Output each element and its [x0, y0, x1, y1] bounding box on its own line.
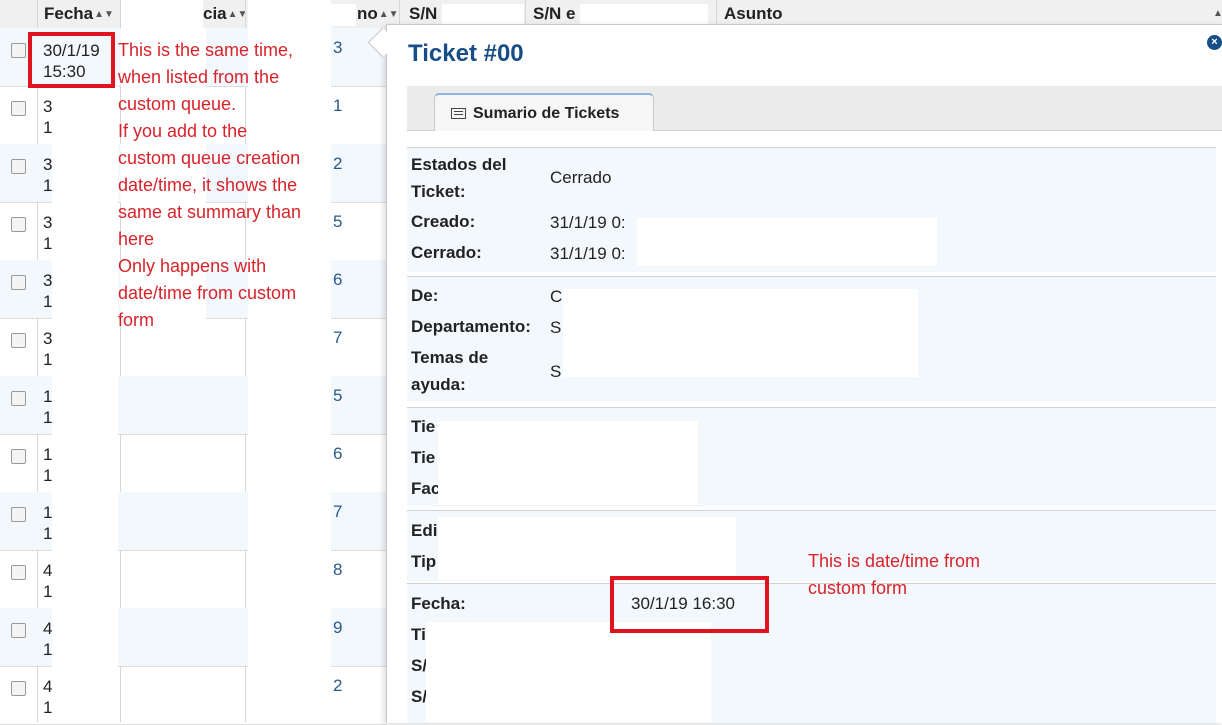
redaction-block [637, 218, 937, 266]
row-checkbox[interactable] [11, 101, 26, 116]
field-label-partial: Tip [411, 552, 437, 571]
number-cell[interactable]: 7 [333, 328, 342, 348]
row-checkbox[interactable] [11, 681, 26, 696]
list-icon [451, 108, 466, 119]
number-cell[interactable]: 3 [333, 38, 342, 58]
closed-value: 31/1/19 0: [550, 244, 626, 263]
redaction-block [426, 622, 711, 722]
closed-label: Cerrado: [411, 243, 482, 262]
row-checkbox[interactable] [11, 449, 26, 464]
field-label-partial: Tie [411, 417, 436, 436]
column-header-asunto[interactable]: Asunto [724, 4, 783, 24]
field-label-partial: Ti [411, 625, 426, 644]
number-cell[interactable]: 8 [333, 560, 342, 580]
redaction-block [52, 86, 118, 722]
number-cell[interactable]: 9 [333, 618, 342, 638]
row-checkbox[interactable] [11, 217, 26, 232]
department-value: S [550, 318, 562, 337]
annotation-form-note: This is date/time from custom form [808, 551, 981, 598]
number-cell[interactable]: 2 [333, 676, 342, 696]
highlight-box-queue-time [28, 32, 115, 88]
number-cell[interactable]: 1 [333, 96, 342, 116]
row-checkbox[interactable] [11, 275, 26, 290]
from-label: De: [411, 286, 439, 305]
number-cell[interactable]: 5 [333, 386, 342, 406]
redaction-block [438, 517, 736, 580]
close-icon[interactable]: × [1207, 35, 1222, 50]
help-topic-value: S [550, 362, 562, 381]
column-header-col2[interactable]: cia▲▼ [203, 4, 247, 24]
redaction-block [442, 4, 524, 26]
help-topic-label: Temas de ayuda: [411, 348, 489, 394]
redaction-block [438, 421, 698, 505]
column-header-col3[interactable]: no▲▼ [357, 4, 399, 24]
redaction-block [563, 289, 918, 377]
field-label-partial: Fac [411, 479, 441, 498]
number-cell[interactable]: 6 [333, 444, 342, 464]
redaction-block [532, 36, 944, 86]
created-label: Creado: [411, 212, 476, 231]
sort-icon: ▲▼ [94, 9, 114, 20]
field-label-partial: Edi [411, 521, 438, 540]
highlight-box-form-time [610, 576, 769, 633]
tab-label: Sumario de Tickets [473, 105, 620, 122]
row-checkbox[interactable] [11, 623, 26, 638]
number-cell[interactable]: 2 [333, 154, 342, 174]
field-label-partial: Tie [411, 448, 436, 467]
status-value: Cerrado [550, 168, 612, 187]
sort-icon: ▲▼ [378, 9, 399, 20]
redaction-block [121, 0, 203, 28]
row-checkbox[interactable] [11, 565, 26, 580]
fecha-label: Fecha: [411, 594, 466, 613]
column-header-fecha[interactable]: Fecha▲▼ [44, 4, 114, 24]
redaction-block [254, 4, 356, 26]
created-value: 31/1/19 0: [550, 213, 626, 232]
department-label: Departamento: [411, 317, 531, 336]
number-cell[interactable]: 6 [333, 270, 342, 290]
column-header-sn1[interactable]: S/N [409, 4, 437, 24]
number-cell[interactable]: 5 [333, 212, 342, 232]
tab-ticket-summary[interactable]: Sumario de Tickets [434, 93, 654, 131]
redaction-block [580, 4, 708, 26]
ticket-title: Ticket #00 [408, 40, 524, 67]
from-value: C [550, 287, 563, 306]
sort-icon[interactable]: ▲▼ [1213, 8, 1222, 19]
status-label: Estados del Ticket: [411, 155, 507, 201]
column-header-sn2[interactable]: S/N e [533, 4, 576, 24]
row-checkbox[interactable] [11, 507, 26, 522]
number-cell[interactable]: 7 [333, 502, 342, 522]
row-checkbox[interactable] [11, 333, 26, 348]
field-label-partial: S/ [411, 687, 428, 706]
row-checkbox[interactable] [11, 391, 26, 406]
row-checkbox[interactable] [11, 159, 26, 174]
annotation-queue-note: This is the same time, when listed from … [118, 40, 302, 330]
row-checkbox[interactable] [11, 43, 26, 58]
field-label-partial: S/ [411, 656, 428, 675]
